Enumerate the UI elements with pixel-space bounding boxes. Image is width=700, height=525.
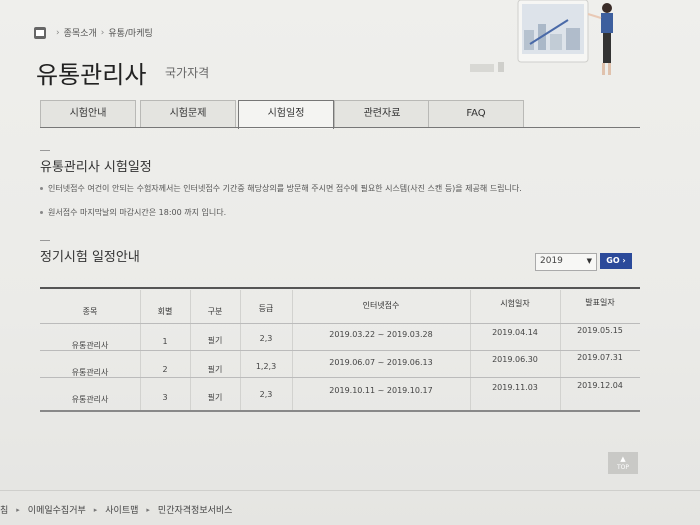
notice-text: 원서접수 마지막날의 마감시간은 18:00 까지 입니다.: [48, 208, 227, 217]
table-cell: 1: [162, 337, 168, 346]
home-icon[interactable]: [34, 26, 46, 39]
go-button-label: GO: [606, 256, 620, 265]
row-divider: [40, 323, 640, 324]
column-header: 인터넷접수: [362, 301, 400, 310]
tabs-divider: [40, 127, 640, 128]
go-button[interactable]: GO ›: [600, 253, 632, 269]
footer-divider: [0, 490, 700, 491]
breadcrumb-separator: ›: [100, 27, 105, 38]
table-cell: 1,2,3: [255, 362, 277, 371]
breadcrumb: › 종목소개 › 유통/마케팅: [34, 26, 153, 39]
section-mark: [40, 150, 50, 151]
footer-link[interactable]: 민간자격정보서비스: [158, 503, 233, 516]
section-title: 유통관리사 시험일정: [40, 160, 152, 175]
footer-separator: ▸: [146, 505, 150, 514]
tab-related-materials[interactable]: 관련자료: [334, 100, 430, 127]
table-cell: 필기: [207, 336, 223, 345]
footer-link[interactable]: 침: [0, 503, 8, 516]
footer-link[interactable]: 사이트맵: [105, 503, 138, 516]
screen: › 종목소개 › 유통/마케팅 유통관리사 국가자격 시험안내 시험문제 시험일…: [0, 0, 700, 525]
table-cell: 2019.06.30: [492, 355, 538, 364]
tab-exam-schedule[interactable]: 시험일정: [238, 100, 334, 129]
bullet-icon: [40, 187, 43, 190]
scroll-top-label: TOP: [616, 464, 629, 471]
table-cell: 2019.07.31: [577, 353, 623, 362]
column-header: 등급: [258, 304, 274, 313]
column-header: 시험일자: [500, 299, 530, 308]
bullet-icon: [40, 211, 43, 214]
table-cell: 필기: [207, 365, 223, 374]
year-select[interactable]: 2019 ▼: [535, 253, 597, 271]
year-select-value: 2019: [540, 256, 563, 266]
column-header: 종목: [82, 307, 98, 316]
footer-links: 침 ▸ 이메일수집거부 ▸ 사이트맵 ▸ 민간자격정보서비스: [0, 503, 233, 517]
page-subtitle: 국가자격: [165, 66, 210, 80]
section-mark: [40, 240, 50, 241]
breadcrumb-item[interactable]: 유통/마케팅: [108, 26, 152, 39]
table-cell: 2019.10.11 ~ 2019.10.17: [329, 386, 433, 395]
header-illustration: [470, 0, 613, 75]
notice-text: 인터넷접수 여건이 안되는 수험자께서는 인터넷접수 기간중 해당상의를 방문해…: [48, 184, 522, 193]
table-cell: 2019.12.04: [577, 381, 623, 390]
table-cell: 2019.04.14: [492, 328, 538, 337]
table-cell: 2,3: [259, 390, 273, 399]
notice-item: 인터넷접수 여건이 안되는 수험자께서는 인터넷접수 기간중 해당상의를 방문해…: [40, 183, 522, 194]
table-header-top-border: [40, 287, 640, 289]
footer-separator: ▸: [93, 505, 98, 514]
breadcrumb-separator: ›: [56, 27, 60, 38]
breadcrumb-item[interactable]: 종목소개: [64, 26, 97, 39]
table-cell: 필기: [207, 393, 223, 402]
table-cell: 2019.05.15: [577, 326, 623, 335]
table-cell: 2: [162, 365, 168, 374]
tab-exam-info[interactable]: 시험안내: [40, 100, 136, 127]
table-cell: 유통관리사: [71, 395, 109, 404]
column-header: 구분: [207, 307, 223, 316]
row-divider: [40, 377, 640, 378]
footer-separator: ▸: [16, 505, 20, 514]
chevron-down-icon: ▼: [586, 257, 592, 265]
page-title: 유통관리사: [36, 61, 147, 89]
table-cell: 2,3: [259, 334, 273, 343]
table-cell: 3: [162, 393, 168, 402]
column-header: 발표일자: [585, 298, 615, 307]
table-cell: 2019.11.03: [492, 383, 538, 392]
footer-link[interactable]: 이메일수집거부: [28, 503, 86, 516]
table-cell: 2019.06.07 ~ 2019.06.13: [329, 358, 433, 367]
scroll-top-button[interactable]: ▲ TOP: [608, 452, 638, 474]
column-header: 회별: [157, 307, 173, 316]
tab-faq[interactable]: FAQ: [428, 100, 524, 127]
arrow-up-icon: ▲: [620, 455, 626, 463]
table-bottom-border: [40, 410, 640, 412]
row-divider: [40, 350, 640, 351]
tab-exam-questions[interactable]: 시험문제: [140, 100, 236, 127]
table-cell: 2019.03.22 ~ 2019.03.28: [329, 330, 433, 339]
section-title: 정기시험 일정안내: [40, 250, 140, 265]
notice-item: 원서접수 마지막날의 마감시간은 18:00 까지 입니다.: [40, 207, 226, 218]
